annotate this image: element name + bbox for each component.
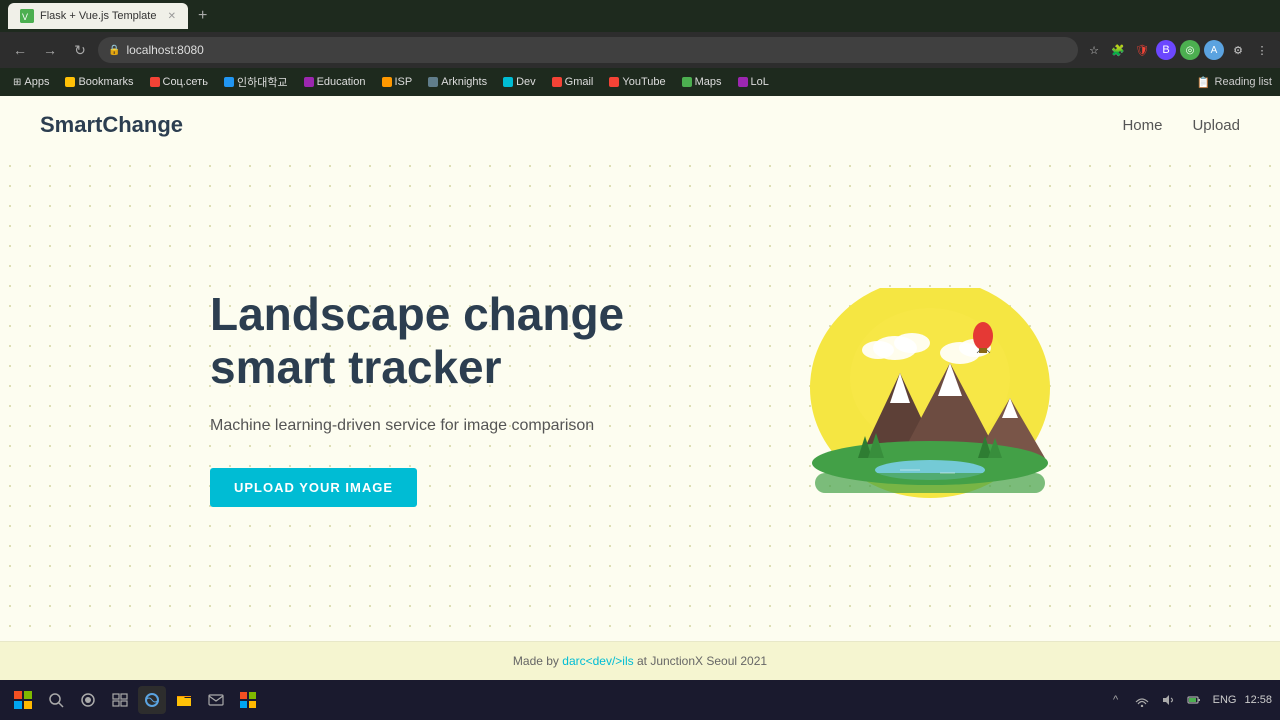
- nav-upload-link[interactable]: Upload: [1192, 117, 1240, 134]
- hero-subtitle: Machine learning-driven service for imag…: [210, 414, 710, 438]
- taskbar: ^ ENG 12:58: [0, 680, 1280, 720]
- navbar-brand[interactable]: SmartChange: [40, 112, 183, 138]
- bookmark-inha[interactable]: 인하대학교: [219, 72, 293, 92]
- browser-icon[interactable]: B: [1156, 40, 1176, 60]
- menu-icon[interactable]: ⋮: [1252, 40, 1272, 60]
- start-button[interactable]: [8, 685, 38, 715]
- settings-icon[interactable]: ⚙: [1228, 40, 1248, 60]
- url-bar[interactable]: 🔒 localhost:8080: [98, 37, 1078, 63]
- browser-nav-icons: ☆ 🧩 🛡 B ◎ A ⚙ ⋮: [1084, 40, 1272, 60]
- bookmark-isp[interactable]: ISP: [377, 74, 418, 90]
- navbar: SmartChange Home Upload: [0, 96, 1280, 154]
- hero-illustration: [790, 288, 1070, 508]
- extensions-icon[interactable]: 🧩: [1108, 40, 1128, 60]
- taskbar-search-button[interactable]: [42, 686, 70, 714]
- upload-cta-button[interactable]: UPLOAD YOUR IMAGE: [210, 468, 417, 507]
- bookmark-youtube-label: YouTube: [622, 76, 665, 88]
- bookmark-bookmarks[interactable]: Bookmarks: [60, 74, 138, 90]
- bookmark-dev-label: Dev: [516, 76, 536, 88]
- bookmark-inha-label: 인하대학교: [237, 74, 288, 90]
- hero-title: Landscape change smart tracker: [210, 288, 710, 394]
- back-button[interactable]: ←: [8, 38, 32, 62]
- profile-avatar[interactable]: A: [1204, 40, 1224, 60]
- hero-title-line2: smart tracker: [210, 341, 502, 393]
- taskbar-email-button[interactable]: [202, 686, 230, 714]
- hero-title-line1: Landscape change: [210, 288, 624, 340]
- taskbar-chevron-icon[interactable]: ^: [1105, 689, 1127, 711]
- tab-favicon: V: [20, 9, 34, 23]
- browser-chrome: V Flask + Vue.js Template ✕ + ← → ↻ 🔒 lo…: [0, 0, 1280, 96]
- taskbar-sys-icons: ^: [1105, 689, 1205, 711]
- active-tab[interactable]: V Flask + Vue.js Template ✕: [8, 3, 188, 29]
- landscape-svg: [800, 288, 1060, 508]
- star-icon[interactable]: ☆: [1084, 40, 1104, 60]
- nav-home-link[interactable]: Home: [1122, 117, 1162, 134]
- svg-text:V: V: [22, 12, 28, 22]
- bookmark-lol-label: LoL: [751, 76, 769, 88]
- bookmark-socset-label: Соц.сеть: [163, 76, 208, 88]
- taskbar-time: 12:58: [1244, 694, 1272, 706]
- bookmark-apps-label: Apps: [24, 76, 49, 88]
- profile-icon[interactable]: ◎: [1180, 40, 1200, 60]
- bookmark-isp-label: ISP: [395, 76, 413, 88]
- bookmark-education-label: Education: [317, 76, 366, 88]
- taskbar-volume-icon[interactable]: [1157, 689, 1179, 711]
- taskbar-language: ENG: [1213, 694, 1237, 706]
- bookmark-maps[interactable]: Maps: [677, 74, 727, 90]
- taskbar-right: ^ ENG 12:58: [1105, 689, 1272, 711]
- hero-text: Landscape change smart tracker Machine l…: [210, 288, 710, 507]
- tab-bar: V Flask + Vue.js Template ✕ +: [0, 0, 1280, 32]
- bookmark-education[interactable]: Education: [299, 74, 371, 90]
- taskbar-network-icon[interactable]: [1131, 689, 1153, 711]
- footer-suffix: at JunctionX Seoul 2021: [634, 654, 767, 668]
- bookmark-bookmarks-label: Bookmarks: [78, 76, 133, 88]
- bookmark-socset[interactable]: Соц.сеть: [145, 74, 213, 90]
- taskbar-store-button[interactable]: [234, 686, 262, 714]
- bookmark-apps[interactable]: ⊞ Apps: [8, 74, 54, 90]
- bookmark-gmail-label: Gmail: [565, 76, 594, 88]
- tab-close-button[interactable]: ✕: [168, 11, 176, 22]
- bookmark-arknights-label: Arknights: [441, 76, 487, 88]
- bookmark-maps-label: Maps: [695, 76, 722, 88]
- footer: Made by darc<dev/>ils at JunctionX Seoul…: [0, 641, 1280, 680]
- taskbar-task-view-button[interactable]: [106, 686, 134, 714]
- taskbar-icons: [42, 686, 262, 714]
- bookmark-arknights[interactable]: Arknights: [423, 74, 492, 90]
- taskbar-cortana-button[interactable]: [74, 686, 102, 714]
- footer-author-link[interactable]: darc<dev/>ils: [562, 654, 633, 668]
- hero-section: Landscape change smart tracker Machine l…: [0, 154, 1280, 641]
- refresh-button[interactable]: ↻: [68, 38, 92, 62]
- url-text: localhost:8080: [126, 43, 203, 57]
- adblock-icon[interactable]: 🛡: [1132, 40, 1152, 60]
- app-wrapper: SmartChange Home Upload Landscape change…: [0, 96, 1280, 680]
- forward-button[interactable]: →: [38, 38, 62, 62]
- reading-list-label: Reading list: [1215, 76, 1272, 88]
- lock-icon: 🔒: [108, 45, 120, 56]
- bookmark-gmail[interactable]: Gmail: [547, 74, 599, 90]
- nav-bar: ← → ↻ 🔒 localhost:8080 ☆ 🧩 🛡 B ◎ A ⚙ ⋮: [0, 32, 1280, 68]
- tab-title: Flask + Vue.js Template: [40, 10, 156, 22]
- bookmark-dev[interactable]: Dev: [498, 74, 541, 90]
- bookmark-lol[interactable]: LoL: [733, 74, 774, 90]
- footer-text: Made by darc<dev/>ils at JunctionX Seoul…: [513, 654, 767, 668]
- navbar-links: Home Upload: [1122, 117, 1240, 134]
- bookmarks-bar: ⊞ Apps Bookmarks Соц.сеть 인하대학교 Educatio…: [0, 68, 1280, 96]
- bookmark-youtube[interactable]: YouTube: [604, 74, 670, 90]
- reading-list[interactable]: 📋 Reading list: [1197, 76, 1272, 89]
- footer-made-by: Made by: [513, 654, 562, 668]
- taskbar-explorer-button[interactable]: [170, 686, 198, 714]
- taskbar-browser-button[interactable]: [138, 686, 166, 714]
- new-tab-button[interactable]: +: [192, 7, 213, 25]
- taskbar-battery-icon[interactable]: [1183, 689, 1205, 711]
